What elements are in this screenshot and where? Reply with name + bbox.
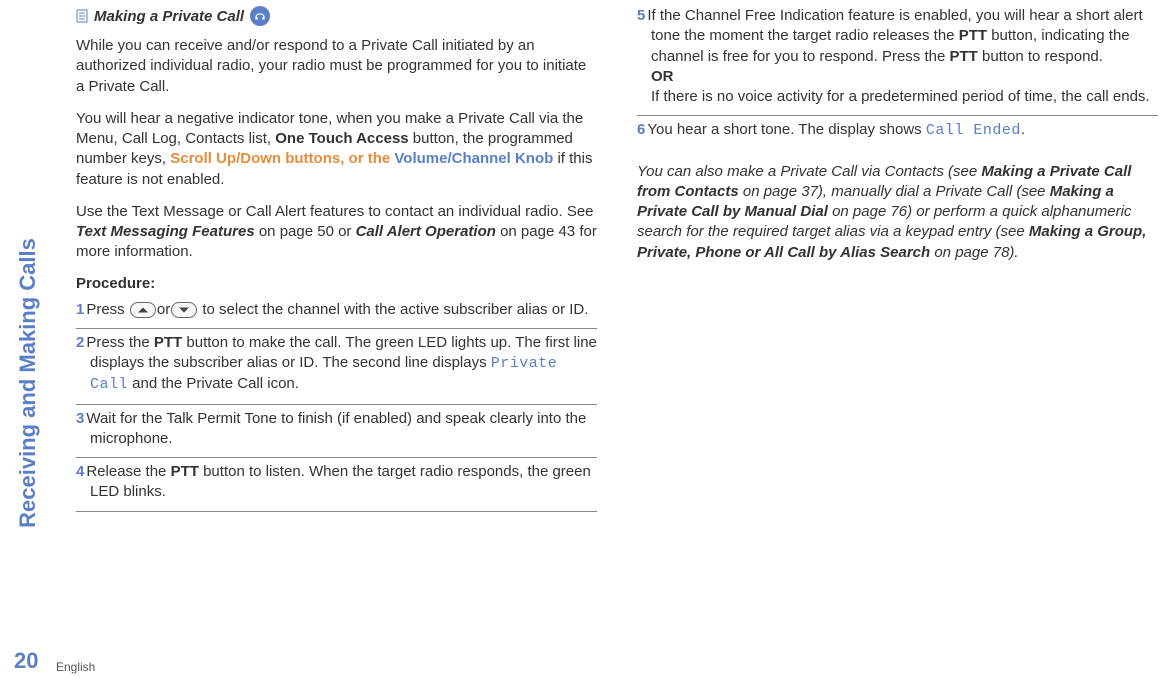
up-key-icon [130,302,156,318]
step-number: 4 [76,463,84,480]
section-label: Receiving and Making Calls [15,233,41,533]
step-4: 4Release the PTT button to listen. When … [76,462,597,512]
step-1: 1Press or to select the channel with the… [76,300,597,329]
footnote: You can also make a Private Call via Con… [637,162,1158,263]
page-number: 20 [14,648,38,674]
step-2: 2Press the PTT button to make the call. … [76,333,597,405]
step-number: 3 [76,410,84,427]
intro-para-3: Use the Text Message or Call Alert featu… [76,202,597,263]
down-key-icon [171,302,197,318]
step-number: 2 [76,334,84,351]
headset-icon [250,6,270,26]
intro-para-1: While you can receive and/or respond to … [76,36,597,97]
step-number: 6 [637,121,645,138]
language-label: English [56,660,95,674]
intro-para-2: You will hear a negative indicator tone,… [76,109,597,190]
step-number: 5 [637,7,645,24]
step-3: 3Wait for the Talk Permit Tone to finish… [76,409,597,459]
sidebar: Receiving and Making Calls 20 [8,0,48,698]
page-content: Making a Private Call While you can rece… [76,6,1158,586]
step-6: 6You hear a short tone. The display show… [637,120,1158,149]
step-5: 5If the Channel Free Indication feature … [637,6,1158,116]
step-number: 1 [76,301,84,318]
section-title: Making a Private Call [76,6,597,26]
procedure-label: Procedure: [76,275,597,292]
title-text: Making a Private Call [94,8,244,25]
document-icon [76,9,88,23]
